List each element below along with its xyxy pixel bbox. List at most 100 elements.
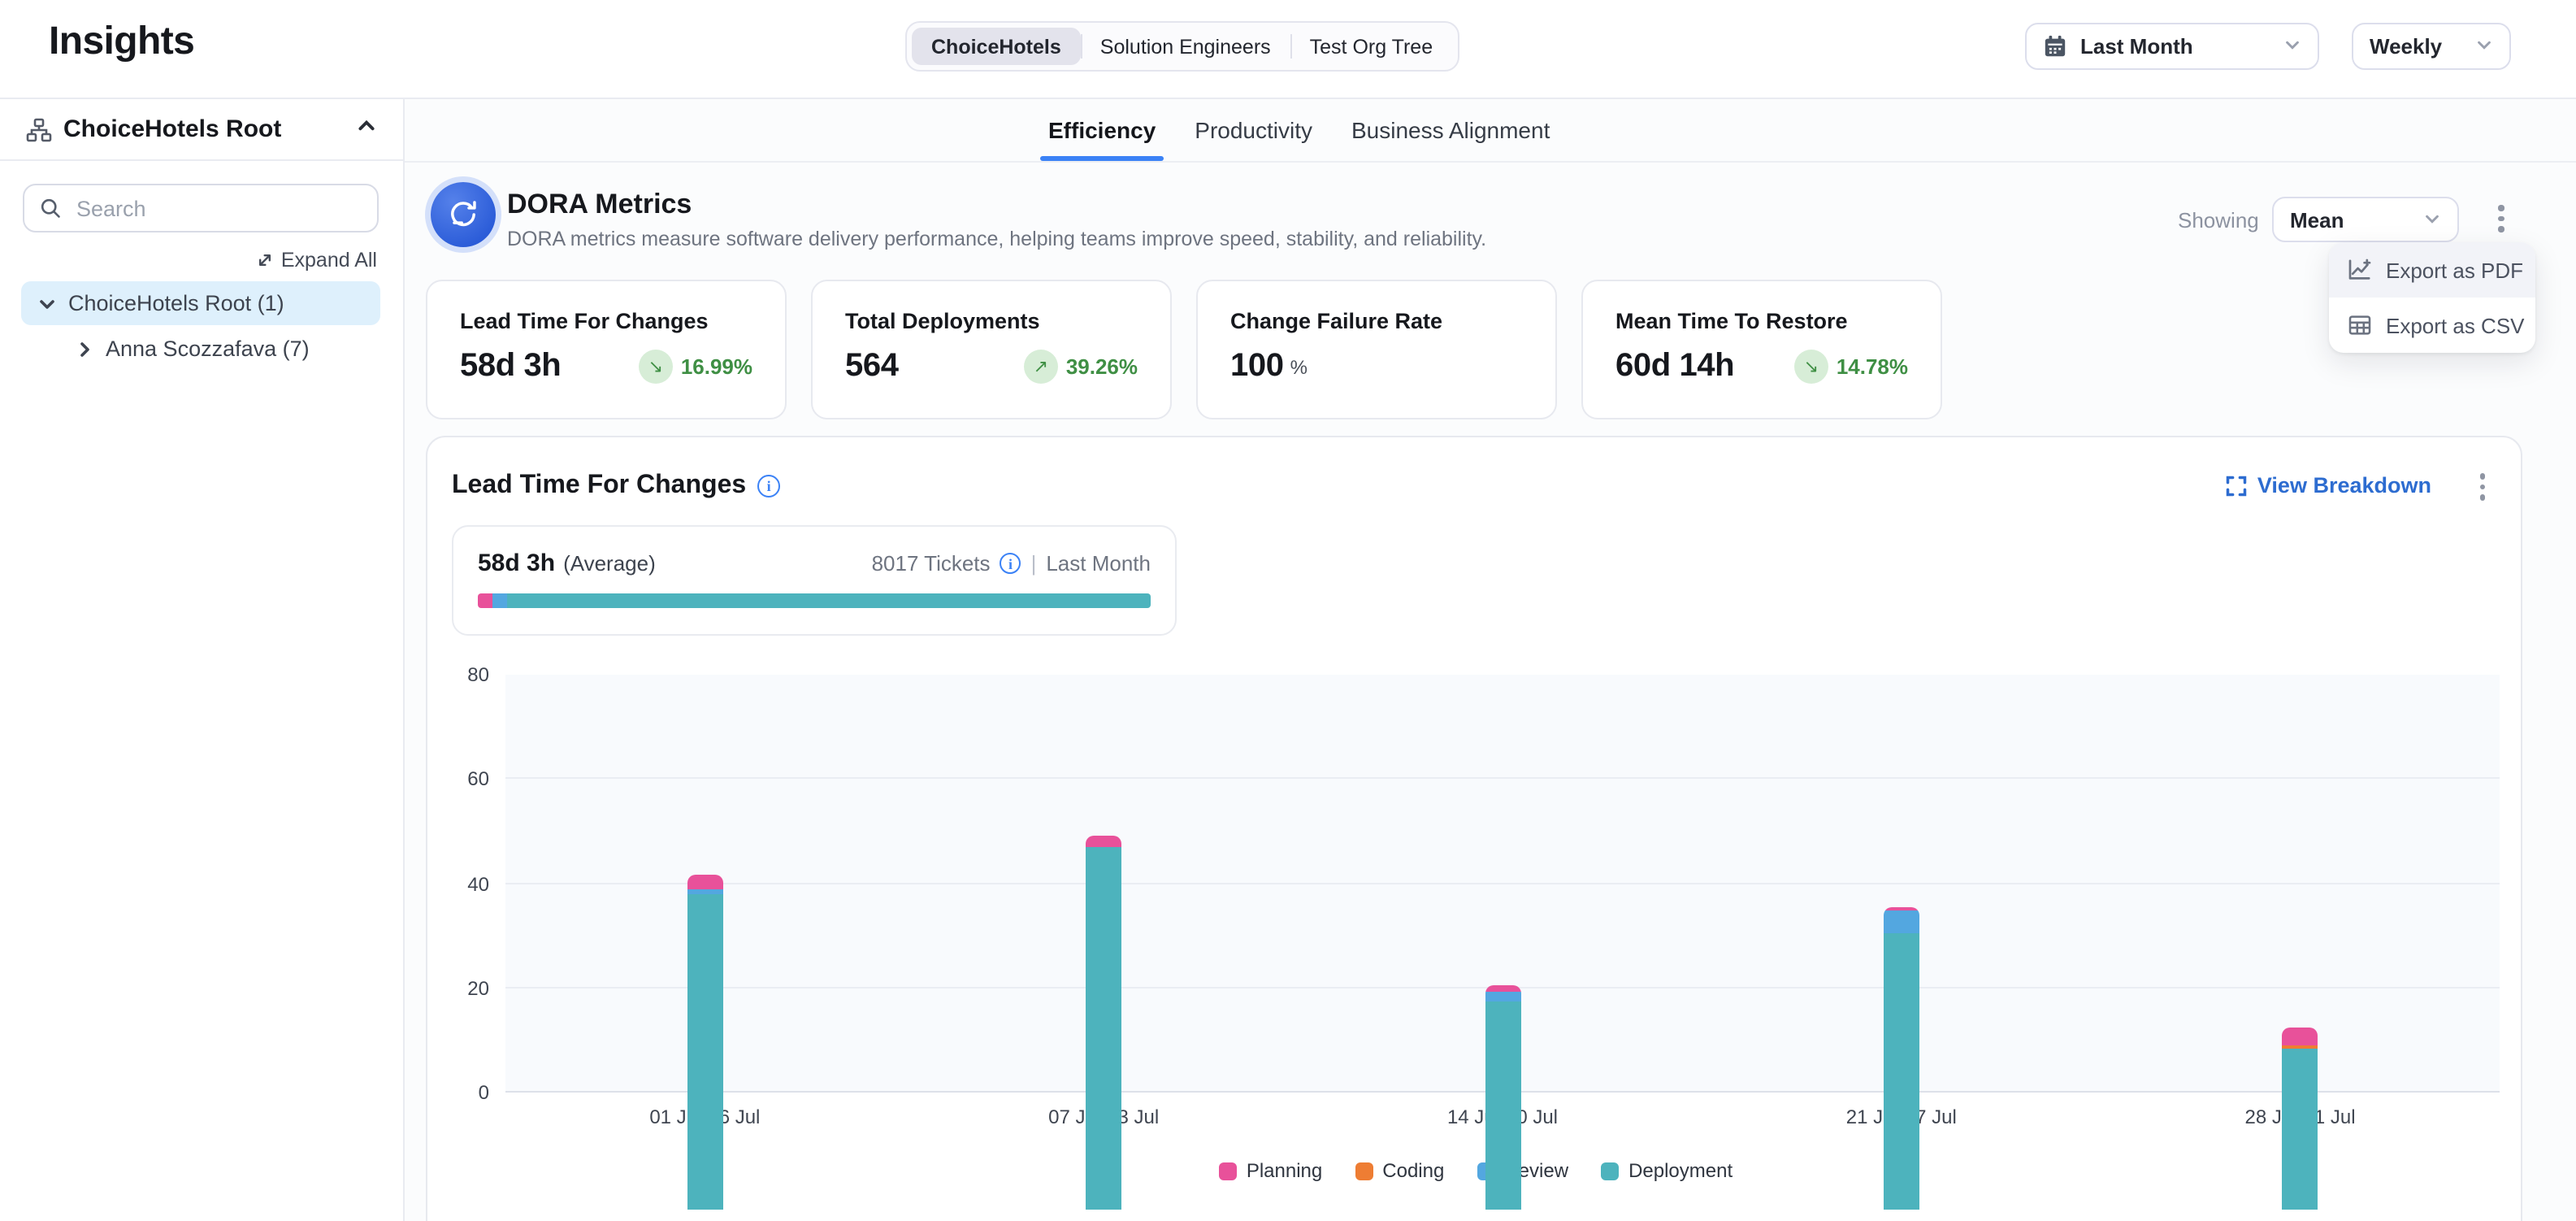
menu-item-label: Export as CSV: [2386, 313, 2525, 337]
insights-app: Insights ChoiceHotelsSolution EngineersT…: [0, 0, 2576, 1221]
metric-delta-value: 16.99%: [681, 354, 752, 379]
menu-item-export-as-csv[interactable]: Export as CSV: [2329, 298, 2535, 353]
dora-kebab-menu-button[interactable]: [2491, 198, 2510, 238]
chevron-right-icon[interactable]: [75, 339, 94, 358]
granularity-select[interactable]: Weekly: [2352, 23, 2511, 70]
average-label: (Average): [563, 551, 656, 576]
chevron-up-icon[interactable]: [356, 115, 377, 144]
metric-delta-badge: ↘ 16.99%: [639, 350, 752, 384]
trend-down-icon: ↘: [639, 350, 673, 384]
org-tab-test-org-tree[interactable]: Test Org Tree: [1290, 28, 1452, 65]
expand-diagonal-icon: [255, 250, 275, 270]
phase-segment-deployment: [507, 593, 1151, 608]
phase-segment-review: [492, 593, 507, 608]
chevron-down-icon: [2475, 34, 2493, 59]
y-axis-tick-label: 80: [434, 663, 489, 686]
export-menu: Export as PDF Export as CSV: [2329, 242, 2535, 353]
chevron-down-icon[interactable]: [37, 293, 57, 313]
legend-item-deployment[interactable]: Deployment: [1601, 1159, 1733, 1182]
tabs-divider: [405, 161, 2576, 163]
org-tab-choicehotels[interactable]: ChoiceHotels: [912, 28, 1081, 65]
y-axis-tick-label: 40: [434, 872, 489, 895]
view-breakdown-label: View Breakdown: [2257, 473, 2431, 498]
tab-efficiency[interactable]: Efficiency: [1048, 117, 1156, 143]
metric-tabs: Efficiency Productivity Business Alignment: [1048, 99, 1550, 161]
org-tree: ChoiceHotels Root (1) Anna Scozzafava (7): [21, 281, 380, 372]
bar-segment-review: [1485, 991, 1520, 1001]
search-input[interactable]: [73, 194, 317, 222]
bar-segment-planning: [1485, 984, 1520, 991]
menu-item-label: Export as PDF: [2386, 258, 2523, 282]
stacked-bar-21-jul-27-jul[interactable]: [1884, 906, 1919, 1210]
table-icon: [2347, 312, 2373, 338]
bar-segment-review: [1884, 910, 1919, 932]
metric-card-title: Lead Time For Changes: [460, 309, 752, 333]
stacked-bar-14-jul-20-jul[interactable]: [1485, 984, 1520, 1210]
date-range-value: Last Month: [2080, 34, 2193, 59]
legend-item-planning[interactable]: Planning: [1219, 1159, 1322, 1182]
average-summary-card: 58d 3h (Average) 8017 Tickets i | Last M…: [452, 525, 1177, 636]
info-icon[interactable]: i: [757, 475, 780, 498]
stacked-bar-28-jul-31-jul[interactable]: [2283, 1028, 2318, 1210]
bar-segment-planning: [1086, 836, 1121, 847]
gridline: [505, 778, 2500, 780]
metric-delta-value: 14.78%: [1837, 354, 1908, 379]
tree-node-anna-scozzafava-7-[interactable]: Anna Scozzafava (7): [21, 327, 380, 371]
stacked-bar-07-jul-13-jul[interactable]: [1086, 836, 1121, 1210]
lead-time-section-card: Lead Time For Changes i View Breakdown 5…: [426, 436, 2522, 1221]
section-kebab-menu-button[interactable]: [2473, 467, 2491, 506]
metric-delta-value: 39.26%: [1066, 354, 1138, 379]
aggregation-select[interactable]: Mean: [2272, 197, 2459, 242]
granularity-value: Weekly: [2370, 34, 2442, 59]
search-icon: [39, 197, 62, 219]
tab-business-alignment[interactable]: Business Alignment: [1351, 117, 1550, 143]
org-tree-sidebar: ChoiceHotels Root Expand All ChoiceHotel…: [0, 99, 405, 1221]
metric-cards-row: Lead Time For Changes58d 3h↘16.99%Total …: [426, 280, 1942, 419]
metric-card-change-failure-rate: Change Failure Rate 100%: [1196, 280, 1557, 419]
legend-swatch: [1355, 1162, 1373, 1180]
y-axis-tick-label: 60: [434, 768, 489, 791]
lead-time-chart: 020406080 01 Jul-06 Jul07 Jul-13 Jul14 J…: [427, 675, 2524, 1211]
main-content: Efficiency Productivity Business Alignment…: [405, 99, 2576, 1221]
dora-cycle-icon: [431, 182, 496, 247]
date-range-select[interactable]: Last Month: [2025, 23, 2319, 70]
sidebar-search[interactable]: [23, 184, 379, 232]
view-breakdown-button[interactable]: View Breakdown: [2225, 473, 2431, 498]
tree-node-label: ChoiceHotels Root (1): [68, 291, 284, 315]
dora-metrics-subtitle: DORA metrics measure software delivery p…: [507, 228, 1486, 250]
tree-node-label: Anna Scozzafava (7): [106, 337, 310, 361]
metric-card-value: 100: [1230, 348, 1284, 385]
metric-delta-badge: ↗39.26%: [1024, 350, 1138, 384]
gridline: [505, 882, 2500, 884]
info-icon[interactable]: i: [1000, 553, 1021, 574]
org-tab-solution-engineers[interactable]: Solution Engineers: [1081, 28, 1290, 65]
metric-delta-badge: ↘14.78%: [1794, 350, 1908, 384]
sidebar-header[interactable]: ChoiceHotels Root: [0, 99, 403, 161]
org-segmented-control: ChoiceHotelsSolution EngineersTest Org T…: [905, 21, 1459, 72]
y-axis-tick-label: 20: [434, 977, 489, 1000]
metric-card-title: Change Failure Rate: [1230, 309, 1523, 333]
sidebar-root-label: ChoiceHotels Root: [63, 115, 281, 143]
legend-label: Deployment: [1628, 1159, 1733, 1182]
tab-productivity[interactable]: Productivity: [1195, 117, 1312, 143]
average-value: 58d 3h: [478, 550, 555, 577]
bar-segment-deployment: [1485, 1001, 1520, 1210]
legend-item-coding[interactable]: Coding: [1355, 1159, 1444, 1182]
stacked-bar-01-jul-06-jul[interactable]: [687, 876, 722, 1210]
menu-item-export-as-pdf[interactable]: Export as PDF: [2329, 242, 2535, 298]
chevron-down-icon: [2283, 34, 2301, 59]
phase-distribution-bar: [478, 593, 1151, 608]
average-period: Last Month: [1046, 551, 1151, 576]
expand-all-button[interactable]: Expand All: [255, 249, 377, 272]
dora-metrics-title: DORA Metrics: [507, 189, 692, 221]
bar-segment-deployment: [1086, 846, 1121, 1210]
metric-card-mean-time-to-restore: Mean Time To Restore60d 14h↘14.78%: [1581, 280, 1942, 419]
tree-node-choicehotels-root-1-[interactable]: ChoiceHotels Root (1): [21, 281, 380, 325]
bar-segment-planning: [687, 876, 722, 890]
metric-card-title: Total Deployments: [845, 309, 1138, 333]
metric-card-title: Mean Time To Restore: [1615, 309, 1908, 333]
bar-segment-planning: [2283, 1028, 2318, 1046]
bar-segment-deployment: [687, 893, 722, 1210]
metric-card-unit: %: [1290, 355, 1308, 378]
metric-card-value: 564: [845, 348, 899, 385]
